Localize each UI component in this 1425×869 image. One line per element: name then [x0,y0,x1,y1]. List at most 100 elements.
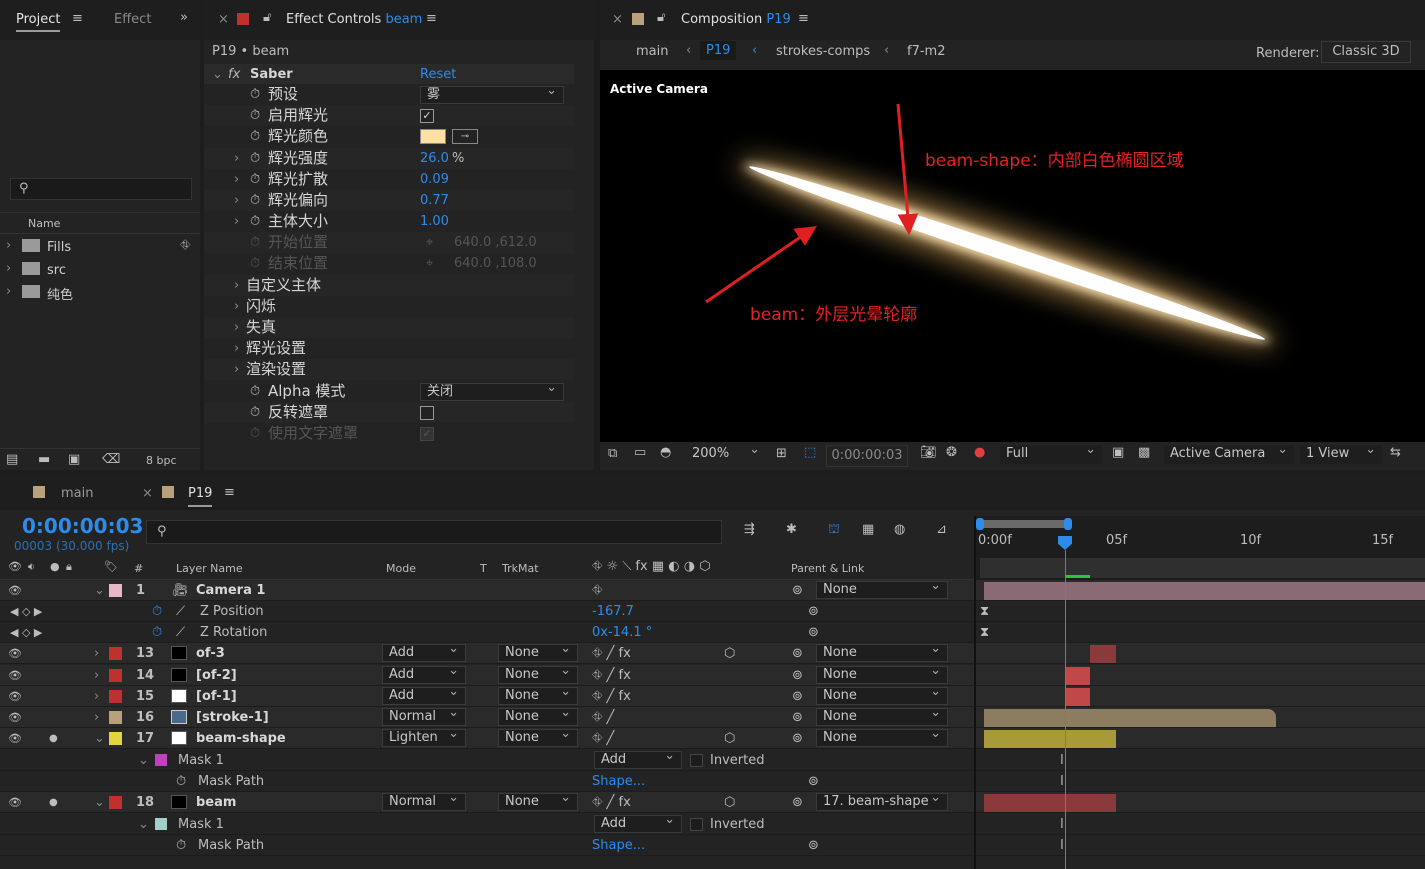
stopwatch-icon[interactable]: ⏱︎ [176,835,186,856]
name-column-header[interactable]: Name [28,217,60,230]
effect-property-row[interactable]: › ⏱︎ 辉光偏向 0.77 [204,190,574,211]
switches-icon[interactable]: ⛗ [592,580,602,601]
folder-item[interactable]: › src [0,261,180,283]
panel-menu-icon[interactable]: ≡ [798,11,809,26]
trkmat-dropdown[interactable]: None [498,790,578,811]
new-folder-icon[interactable]: ▬ [38,452,50,467]
eye-icon[interactable]: 👁︎ [8,686,22,707]
property-value[interactable]: 0.09 [420,169,449,190]
resolution-dropdown[interactable]: Full [1000,442,1102,464]
label-color-icon[interactable] [109,732,122,745]
blend-mode-dropdown[interactable]: Add [382,684,466,705]
layer-name[interactable]: [stroke-1] [196,707,269,728]
interpret-footage-icon[interactable]: ▤ [6,452,18,467]
3d-layer-icon[interactable]: ⬡ [724,728,735,749]
parent-dropdown[interactable]: None [816,684,948,705]
layer-name[interactable]: beam-shape [196,728,286,749]
blend-mode-dropdown[interactable]: Add [382,663,466,684]
close-icon[interactable]: × [142,486,153,501]
label-color-icon[interactable] [109,796,122,809]
layer-property-row[interactable]: ⌄Mask 1AddInvertedI [0,812,1425,835]
eye-icon[interactable]: 👁︎ [8,728,22,749]
keyframe-icon[interactable]: ⧗ [980,622,989,643]
3d-layer-icon[interactable]: ⬡ [724,643,735,664]
lock-icon[interactable]: 🔓︎ [263,10,271,25]
pickwhip-icon[interactable]: ⊚ [808,835,819,856]
parent-dropdown[interactable]: None [816,726,948,747]
layer-duration-bar[interactable] [1066,667,1090,685]
eye-icon[interactable]: 👁︎ [8,707,22,728]
panel-menu-icon[interactable]: ≡ [426,11,437,26]
parent-dropdown[interactable]: None [816,578,948,599]
layer-row[interactable]: 👁︎›15[of-1]AddNone⛗ ╱ fx⊚None [0,684,1425,707]
parent-dropdown[interactable]: None [816,663,948,684]
effect-property-row[interactable]: ⏱︎ 辉光颜色 ⊸ [204,126,574,147]
flowchart-icon[interactable]: ⛗ [180,238,190,253]
frame-blend-icon[interactable]: ▦ [862,522,874,537]
layer-name-header[interactable]: Layer Name [176,562,243,575]
stopwatch-icon[interactable]: ⏱︎ [250,148,260,169]
stopwatch-icon[interactable]: ⏱︎ [250,423,260,444]
trkmat-dropdown[interactable]: None [498,663,578,684]
folder-item[interactable]: › 纯色 [0,284,180,306]
effect-header-row[interactable]: ⌄ fx Saber Reset [204,64,574,85]
stopwatch-icon[interactable]: ⏱︎ [152,622,162,643]
tab-main[interactable]: main [61,486,93,501]
trkmat-dropdown[interactable]: None [498,684,578,705]
mask-color-icon[interactable] [155,818,167,830]
work-area-end[interactable] [1064,518,1072,530]
effect-property-row[interactable]: ⏱︎ 使用文字遮罩 ✓ [204,423,574,444]
mask-mode-dropdown[interactable]: Add [594,812,682,833]
tab-project[interactable]: Project [16,12,61,32]
trkmat-dropdown[interactable]: None [498,641,578,662]
layer-property-row[interactable]: ⏱︎ Mask Path Shape... ⊚ I [0,771,1425,792]
effect-property-row[interactable]: ⏱︎ Alpha 模式 关闭 [204,380,574,402]
eye-icon[interactable]: 👁︎ [8,792,22,813]
layer-row[interactable]: 👁︎●⌄18beamNormalNone⛗ ╱ fx⬡⊚17. beam-sha… [0,790,1425,813]
effect-property-row[interactable]: › 闪烁 [204,296,574,317]
audio-icon[interactable]: 🔉︎ [28,560,35,574]
property-checkbox[interactable] [420,406,434,420]
breadcrumb-p19[interactable]: P19 [700,41,737,60]
lock-icon[interactable]: 🔓︎ [657,10,665,25]
layer-property-row[interactable]: ⌄Mask 1AddInvertedI [0,748,1425,771]
mask-name[interactable]: Mask 1 [178,814,224,835]
breadcrumb-main[interactable]: main [636,44,668,59]
blend-mode-dropdown[interactable]: Add [382,641,466,662]
stopwatch-icon[interactable]: ⏱︎ [250,211,260,232]
switches-icon[interactable]: ⛗ ╱ fx [592,643,631,664]
panel-menu-icon[interactable]: ≡ [224,485,235,500]
graph-icon[interactable]: ⟋ [176,601,185,622]
mask-name[interactable]: Mask 1 [178,750,224,771]
pickwhip-icon[interactable]: ⊚ [808,622,819,643]
pickwhip-icon[interactable]: ⊚ [792,728,803,749]
snapshot-icon[interactable]: ⧉ [608,446,617,461]
bpc-label[interactable]: 8 bpc [146,454,177,467]
pickwhip-icon[interactable]: ⊚ [792,643,803,664]
solo-icon[interactable]: ● [50,560,60,573]
stopwatch-icon[interactable]: ⏱︎ [250,105,260,126]
trkmat-dropdown[interactable]: None [498,726,578,747]
grid-icon[interactable]: ⊞ [776,446,787,461]
effect-property-row[interactable]: ⏱︎ 启用辉光 ✓ [204,105,574,126]
property-value[interactable]: 1.00 [420,211,449,232]
timecode[interactable]: 0:00:00:03 [22,514,143,538]
effect-property-row[interactable]: › ⏱︎ 主体大小 1.00 [204,211,574,232]
stopwatch-icon[interactable]: ⏱︎ [250,84,260,105]
pickwhip-icon[interactable]: ⊚ [792,686,803,707]
roi-icon[interactable]: ▣ [1112,445,1124,460]
keyframe-icon[interactable]: ⧗ [980,601,989,622]
inverted-checkbox[interactable] [690,818,703,831]
comp-flowchart-icon[interactable]: ⇶ [744,522,755,537]
composition-viewer[interactable]: Active Camera beam-shape：内部白色椭圆区域 beam：外… [600,70,1425,442]
crosshair-icon[interactable]: ⌖ [426,232,433,253]
property-value[interactable]: 640.0 ,108.0 [454,253,537,274]
zoom-dropdown[interactable]: 200% [686,442,766,464]
blend-mode-dropdown[interactable]: Lighten [382,726,466,747]
work-area-start[interactable] [976,518,984,530]
layer-row[interactable]: 👁︎›14[of-2]AddNone⛗ ╱ fx⊚None [0,663,1425,686]
switches-icon[interactable]: ⛗ ╱ fx [592,665,631,686]
trkmat-dropdown[interactable]: None [498,705,578,726]
graph-editor-icon[interactable]: ⊿ [936,522,947,537]
graph-icon[interactable]: ⟋ [176,622,185,643]
